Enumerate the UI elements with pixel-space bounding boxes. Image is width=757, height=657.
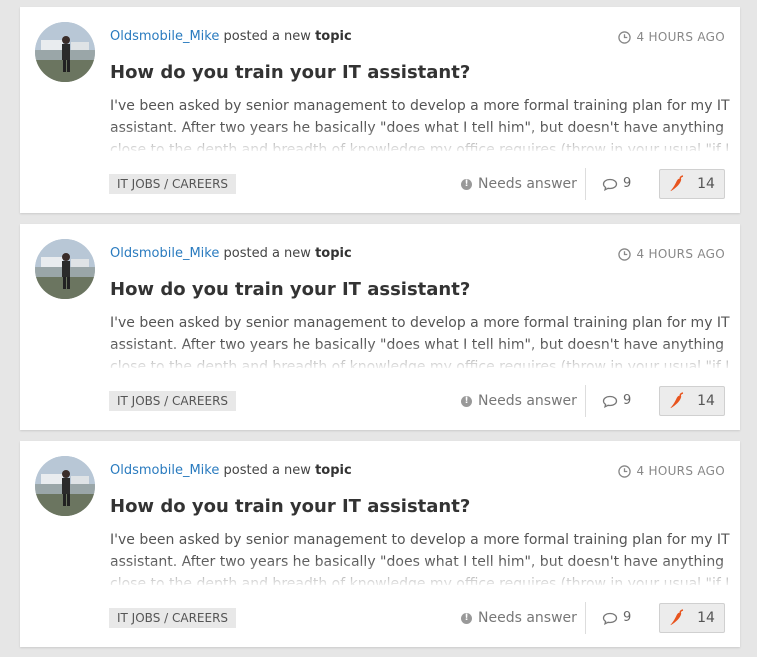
post-meta: Oldsmobile_Mike posted a new topic <box>110 246 352 261</box>
action-type: topic <box>315 29 352 44</box>
vote-button[interactable]: 14 <box>659 169 725 199</box>
info-icon: ! <box>461 612 472 624</box>
vote-button[interactable]: 14 <box>659 603 725 633</box>
category-tag[interactable]: IT JOBS / CAREERS <box>109 174 237 194</box>
post-title[interactable]: How do you train your IT assistant? <box>110 496 470 517</box>
post-meta: Oldsmobile_Mike posted a new topic <box>110 463 352 478</box>
comments-count[interactable]: 9 <box>602 174 631 194</box>
clock-icon <box>618 464 632 478</box>
post-time: 4 HOURS AGO <box>618 30 725 44</box>
post-excerpt: I've been asked by senior management to … <box>110 532 730 585</box>
action-type: topic <box>315 463 352 478</box>
chili-pepper-icon <box>670 609 684 626</box>
status-badge: ! Needs answer <box>461 391 577 411</box>
avatar[interactable] <box>35 456 95 516</box>
post-title[interactable]: How do you train your IT assistant? <box>110 279 470 300</box>
activity-feed: Oldsmobile_Mike posted a new topic 4 HOU… <box>0 0 757 657</box>
post-time: 4 HOURS AGO <box>618 247 725 261</box>
action-text: posted a new <box>223 246 311 261</box>
speech-bubble-icon <box>602 178 618 191</box>
action-type: topic <box>315 246 352 261</box>
comments-count[interactable]: 9 <box>602 391 631 411</box>
divider <box>585 602 586 634</box>
clock-icon <box>618 247 632 261</box>
action-text: posted a new <box>223 29 311 44</box>
time-label: 4 HOURS AGO <box>636 247 725 261</box>
comment-count: 9 <box>623 393 632 408</box>
status-badge: ! Needs answer <box>461 608 577 628</box>
comment-count: 9 <box>623 610 632 625</box>
clock-icon <box>618 30 632 44</box>
status-label: Needs answer <box>478 176 577 192</box>
comment-count: 9 <box>623 176 632 191</box>
avatar[interactable] <box>35 22 95 82</box>
avatar[interactable] <box>35 239 95 299</box>
info-icon: ! <box>461 395 472 407</box>
speech-bubble-icon <box>602 395 618 408</box>
post-card: Oldsmobile_Mike posted a new topic 4 HOU… <box>20 7 740 213</box>
action-text: posted a new <box>223 463 311 478</box>
vote-count: 14 <box>697 610 715 626</box>
chili-pepper-icon <box>670 392 684 409</box>
comments-count[interactable]: 9 <box>602 608 631 628</box>
post-title[interactable]: How do you train your IT assistant? <box>110 62 470 83</box>
time-label: 4 HOURS AGO <box>636 30 725 44</box>
category-tag[interactable]: IT JOBS / CAREERS <box>109 608 237 628</box>
status-badge: ! Needs answer <box>461 174 577 194</box>
post-excerpt: I've been asked by senior management to … <box>110 315 730 368</box>
post-card: Oldsmobile_Mike posted a new topic 4 HOU… <box>20 441 740 647</box>
vote-count: 14 <box>697 176 715 192</box>
info-icon: ! <box>461 178 472 190</box>
speech-bubble-icon <box>602 612 618 625</box>
time-label: 4 HOURS AGO <box>636 464 725 478</box>
status-label: Needs answer <box>478 393 577 409</box>
category-tag[interactable]: IT JOBS / CAREERS <box>109 391 237 411</box>
author-link[interactable]: Oldsmobile_Mike <box>110 29 219 44</box>
divider <box>585 385 586 417</box>
status-label: Needs answer <box>478 610 577 626</box>
post-meta: Oldsmobile_Mike posted a new topic <box>110 29 352 44</box>
author-link[interactable]: Oldsmobile_Mike <box>110 463 219 478</box>
post-time: 4 HOURS AGO <box>618 464 725 478</box>
author-link[interactable]: Oldsmobile_Mike <box>110 246 219 261</box>
vote-button[interactable]: 14 <box>659 386 725 416</box>
chili-pepper-icon <box>670 175 684 192</box>
divider <box>585 168 586 200</box>
post-card: Oldsmobile_Mike posted a new topic 4 HOU… <box>20 224 740 430</box>
post-excerpt: I've been asked by senior management to … <box>110 98 730 151</box>
vote-count: 14 <box>697 393 715 409</box>
